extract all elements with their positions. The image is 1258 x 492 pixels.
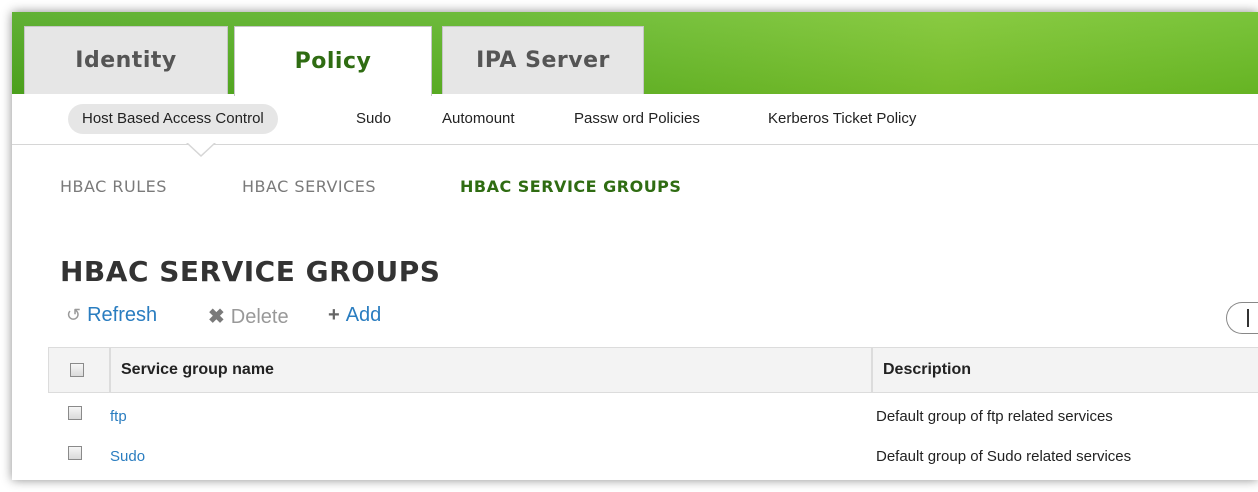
refresh-icon: ↺ <box>66 305 82 325</box>
tab-ipa-server[interactable]: IPA Server <box>442 26 644 94</box>
tab-policy[interactable]: Policy <box>234 26 432 96</box>
table-row-name-link[interactable]: Sudo <box>110 448 145 465</box>
tab-label: Identity <box>75 48 177 73</box>
tab-identity[interactable]: Identity <box>24 26 228 94</box>
refresh-button[interactable]: ↺ Refresh <box>66 304 157 327</box>
plus-icon: + <box>328 304 340 326</box>
subnav-item-automount[interactable]: Automount <box>428 104 529 134</box>
refresh-label: Refresh <box>87 304 158 326</box>
column-header-description[interactable]: Description <box>872 347 1258 393</box>
active-pointer-inner <box>187 142 215 155</box>
subnav-item-hbac[interactable]: Host Based Access Control <box>68 104 278 134</box>
add-label: Add <box>345 304 382 326</box>
facet-hbac-rules[interactable]: HBAC RULES <box>60 177 167 196</box>
search-input[interactable] <box>1226 302 1258 334</box>
close-icon: ✖ <box>208 306 225 328</box>
table-header: Service group name Description <box>48 347 1258 393</box>
table-row-description: Default group of Sudo related services <box>876 448 1132 465</box>
row-checkbox[interactable] <box>68 446 82 460</box>
delete-button[interactable]: ✖ Delete <box>208 304 289 329</box>
table-row-description: Default group of ftp related services <box>876 408 1113 425</box>
sub-navigation: Host Based Access Control Sudo Automount… <box>12 94 1258 145</box>
delete-label: Delete <box>230 306 289 328</box>
page-title: HBAC SERVICE GROUPS <box>60 255 441 288</box>
column-header-name[interactable]: Service group name <box>110 347 872 393</box>
subnav-item-password-policies[interactable]: Passw ord Policies <box>560 104 714 134</box>
subnav-item-kerberos-ticket-policy[interactable]: Kerberos Ticket Policy <box>754 104 930 134</box>
select-all-cell <box>48 347 110 393</box>
tab-label: Policy <box>294 49 372 74</box>
row-checkbox[interactable] <box>68 406 82 420</box>
tab-label: IPA Server <box>476 48 610 73</box>
facet-hbac-service-groups[interactable]: HBAC SERVICE GROUPS <box>460 177 681 196</box>
add-button[interactable]: + Add <box>328 304 381 327</box>
facet-hbac-services[interactable]: HBAC SERVICES <box>242 177 376 196</box>
table-row-name-link[interactable]: ftp <box>110 408 127 425</box>
select-all-checkbox[interactable] <box>70 363 84 377</box>
subnav-item-sudo[interactable]: Sudo <box>342 104 405 134</box>
app-frame: Identity Policy IPA Server Host Based Ac… <box>12 12 1258 480</box>
